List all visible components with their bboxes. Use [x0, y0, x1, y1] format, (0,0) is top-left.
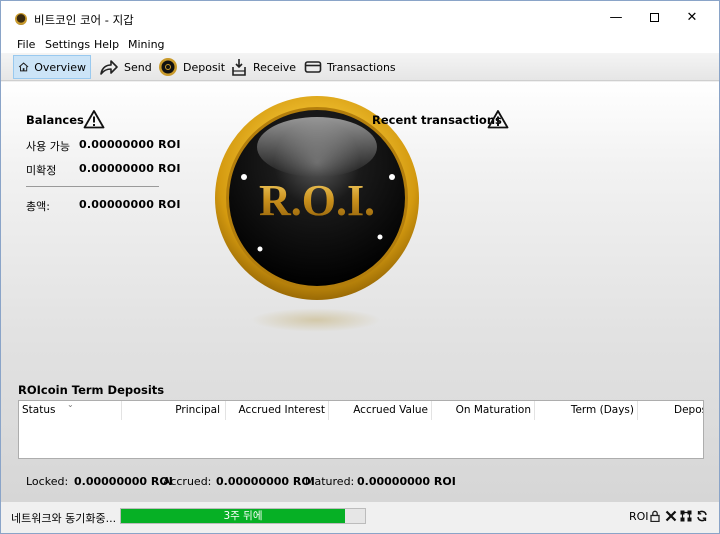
column-header-accrued-interest[interactable]: Accrued Interest: [226, 401, 329, 420]
display-unit-label[interactable]: ROI: [629, 510, 649, 523]
tab-transactions-label: Transactions: [327, 60, 396, 74]
app-icon: [15, 13, 27, 25]
pending-label: 미확정: [26, 164, 57, 177]
matured-label: Matured:: [305, 475, 355, 488]
sync-status-text: 네트워크와 동기화중...: [11, 512, 117, 525]
logo-text: R.O.I.: [259, 176, 375, 225]
column-header-term-days[interactable]: Term (Days): [535, 401, 638, 420]
tab-transactions[interactable]: Transactions: [300, 55, 400, 79]
tab-receive[interactable]: Receive: [226, 55, 300, 79]
sync-progress-bar: 3주 뒤에: [120, 508, 366, 524]
balance-divider: [26, 186, 159, 187]
maximize-button[interactable]: [637, 5, 671, 31]
menu-settings[interactable]: Settings: [45, 38, 90, 51]
tab-deposit[interactable]: Deposit: [154, 55, 229, 79]
close-button[interactable]: ✕: [675, 5, 709, 31]
logo-reflection: [251, 308, 381, 332]
column-header-accrued-value[interactable]: Accrued Value: [329, 401, 432, 420]
column-header-principal[interactable]: Principal: [122, 401, 226, 420]
term-deposits-table[interactable]: ⌄ Status Principal Accrued Interest Accr…: [18, 400, 704, 459]
tab-send[interactable]: Send: [95, 55, 156, 79]
title-bar: 비트코인 코어 - 지갑 — ✕: [1, 1, 719, 34]
menu-file[interactable]: File: [17, 38, 35, 51]
locked-value: 0.00000000 ROI: [74, 475, 173, 488]
receive-icon: [232, 59, 246, 76]
pending-value: 0.00000000 ROI: [79, 162, 181, 175]
column-header-on-maturation[interactable]: On Maturation: [432, 401, 535, 420]
menu-help[interactable]: Help: [94, 38, 119, 51]
sync-icon: [697, 510, 707, 522]
tab-deposit-label: Deposit: [183, 60, 226, 74]
available-value: 0.00000000 ROI: [79, 138, 181, 151]
send-arrow-icon: [100, 60, 118, 75]
network-icon: [680, 510, 692, 522]
available-label: 사용 가능: [26, 140, 70, 153]
minimize-button[interactable]: —: [599, 5, 633, 31]
status-bar: 네트워크와 동기화중... 3주 뒤에 ROI: [1, 502, 719, 533]
matured-value: 0.00000000 ROI: [357, 475, 456, 488]
tab-overview[interactable]: Overview: [13, 55, 91, 79]
tab-overview-label: Overview: [34, 60, 86, 74]
term-deposits-title: ROIcoin Term Deposits: [18, 383, 165, 397]
deposit-coin-icon: [159, 58, 177, 76]
warning-icon[interactable]: [487, 109, 509, 129]
sort-arrow-icon: ⌄: [67, 400, 74, 409]
wallet-window: 비트코인 코어 - 지갑 — ✕ File Settings Help Mini…: [0, 0, 720, 534]
toolbar: Overview Send Deposit Receive Transactio…: [1, 53, 719, 81]
lock-icon: [650, 510, 660, 522]
tab-receive-label: Receive: [253, 60, 297, 74]
column-header-label: Status: [22, 404, 56, 416]
transactions-card-icon: [304, 61, 322, 73]
total-value: 0.00000000 ROI: [79, 198, 181, 211]
accrued-label: Accrued:: [163, 475, 212, 488]
balances-title: Balances: [26, 113, 84, 127]
sync-progress-text: 3주 뒤에: [223, 510, 263, 522]
hd-disabled-icon: [665, 510, 677, 522]
recent-transactions-title: Recent transactions: [372, 113, 502, 127]
overview-panel: Balances 사용 가능 0.00000000 ROI 미확정 0.0000…: [1, 82, 719, 502]
warning-icon[interactable]: [83, 109, 105, 129]
menu-mining[interactable]: Mining: [128, 38, 165, 51]
maximize-icon: [649, 13, 659, 22]
window-title: 비트코인 코어 - 지갑: [34, 13, 134, 27]
column-header-status[interactable]: ⌄ Status: [19, 401, 122, 420]
locked-label: Locked:: [26, 475, 69, 488]
menu-bar: File Settings Help Mining: [1, 34, 719, 53]
tab-send-label: Send: [124, 60, 152, 74]
home-icon: [18, 62, 29, 72]
accrued-value: 0.00000000 ROI: [216, 475, 315, 488]
column-header-deposit[interactable]: Depos: [638, 401, 703, 420]
total-label: 총액:: [26, 200, 50, 213]
